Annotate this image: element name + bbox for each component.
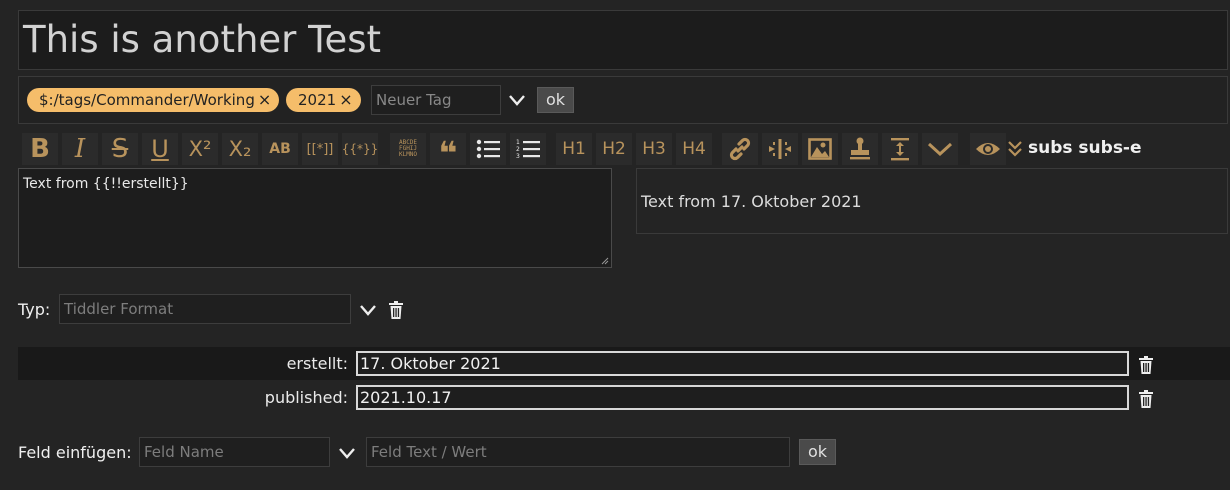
tag-pill-commander-working[interactable]: $:/tags/Commander/Working × [27, 88, 280, 112]
stamp-icon [850, 137, 870, 160]
new-tag-input[interactable]: Neuer Tag [371, 85, 501, 115]
heading-2-button[interactable]: H2 [596, 133, 632, 165]
strikethrough-icon: S [111, 134, 129, 164]
subscript-button[interactable]: X₂ [222, 133, 258, 165]
heading-3-icon: H3 [642, 139, 666, 159]
strikethrough-button[interactable]: S [102, 133, 138, 165]
new-tag-placeholder: Neuer Tag [376, 91, 452, 109]
superscript-icon: X² [188, 137, 212, 161]
add-field-label: Feld einfügen: [18, 443, 132, 462]
transclude-icon: {{*}} [341, 142, 379, 156]
preview-button[interactable] [970, 133, 1006, 165]
italic-button[interactable]: I [62, 133, 98, 165]
numbered-list-button[interactable]: 1 2 3 [510, 133, 546, 165]
svg-text:2: 2 [516, 146, 520, 153]
field-name-input[interactable]: Feld Name [139, 437, 330, 467]
subs-label[interactable]: subs subs-e [1028, 138, 1142, 158]
field-value-input[interactable]: 2021.10.17 [356, 385, 1129, 410]
svg-text:3: 3 [516, 153, 520, 159]
tag-label: 2021 [298, 91, 337, 109]
preview-type-button[interactable] [1004, 133, 1026, 165]
editor-toolbar: B I S U X² X₂ AB [[*]] {{*}} ABCDE FGHIJ… [18, 132, 1228, 169]
italic-icon: I [74, 134, 86, 164]
wikilink-button[interactable]: [[*]] [302, 133, 338, 165]
tag-label: $:/tags/Commander/Working [39, 91, 255, 109]
bullet-list-button[interactable] [470, 133, 506, 165]
tiddler-editor: This is another Test $:/tags/Commander/W… [0, 0, 1230, 490]
field-key: erstellt: [286, 354, 348, 373]
add-field-ok-button[interactable]: ok [799, 439, 837, 465]
bold-icon: B [30, 134, 50, 164]
field-key: published: [264, 388, 348, 407]
remove-tag-icon[interactable]: × [339, 88, 352, 112]
double-chevron-down-icon [1008, 141, 1022, 157]
link-icon [729, 137, 751, 161]
add-tag-ok-button[interactable]: ok [537, 87, 575, 113]
transclude-button[interactable]: {{*}} [342, 133, 378, 165]
tag-pill-2021[interactable]: 2021 × [286, 88, 361, 112]
type-label: Typ: [18, 300, 51, 319]
picture-icon [808, 138, 832, 160]
smallcaps-icon: AB [269, 141, 291, 157]
subscript-icon: X₂ [228, 137, 252, 161]
eye-icon [976, 143, 1000, 155]
type-placeholder: Tiddler Format [64, 300, 174, 318]
monospace-button[interactable]: ABCDE FGHIJ KLMNO [390, 133, 426, 165]
underline-icon: U [151, 135, 169, 163]
field-value: 2021.10.17 [360, 388, 452, 407]
remove-tag-icon[interactable]: × [258, 88, 271, 112]
heading-2-icon: H2 [602, 139, 626, 159]
heading-1-button[interactable]: H1 [556, 133, 592, 165]
title-text: This is another Test [23, 18, 382, 61]
field-name-placeholder: Feld Name [144, 443, 224, 461]
more-button[interactable] [922, 133, 958, 165]
size-icon [891, 138, 909, 161]
numbered-list-icon: 1 2 3 [516, 139, 540, 159]
chevron-down-icon[interactable] [507, 91, 527, 109]
resize-grip-icon[interactable] [601, 257, 609, 265]
svg-text:1: 1 [516, 139, 520, 146]
underline-button[interactable]: U [142, 133, 178, 165]
tag-bar: $:/tags/Commander/Working × 2021 × Neuer T… [18, 76, 1228, 124]
bold-button[interactable]: B [22, 133, 58, 165]
smallcaps-button[interactable]: AB [262, 133, 298, 165]
heading-3-button[interactable]: H3 [636, 133, 672, 165]
size-button[interactable] [882, 133, 918, 165]
trash-icon[interactable] [1138, 356, 1154, 374]
editor-text: Text from {{!!erstellt}} [23, 176, 189, 192]
chevron-down-icon[interactable] [337, 444, 357, 462]
text-editor[interactable]: Text from {{!!erstellt}} [18, 168, 612, 268]
field-value-new-input[interactable]: Feld Text / Wert [366, 437, 790, 467]
quote-icon: ❝ [438, 134, 458, 172]
link-button[interactable] [722, 133, 758, 165]
stamp-button[interactable] [842, 133, 878, 165]
excise-button[interactable] [762, 133, 798, 165]
preview-pane: Text from 17. Oktober 2021 [636, 168, 1228, 234]
field-value-placeholder: Feld Text / Wert [371, 443, 487, 461]
heading-4-icon: H4 [682, 139, 706, 159]
field-value: 17. Oktober 2021 [360, 354, 501, 373]
preview-text: Text from 17. Oktober 2021 [641, 192, 862, 211]
trash-icon[interactable] [388, 301, 404, 319]
heading-1-icon: H1 [562, 139, 586, 159]
type-input[interactable]: Tiddler Format [59, 294, 351, 324]
quote-button[interactable]: ❝ [430, 133, 466, 169]
wikilink-icon: [[*]] [306, 141, 334, 157]
picture-button[interactable] [802, 133, 838, 165]
bullet-list-icon [476, 139, 500, 159]
field-row-published: published: 2021.10.17 [18, 381, 1230, 414]
title-input[interactable]: This is another Test [18, 10, 1228, 70]
field-value-input[interactable]: 17. Oktober 2021 [356, 351, 1129, 376]
chevron-down-icon [927, 142, 953, 157]
trash-icon[interactable] [1138, 390, 1154, 408]
superscript-button[interactable]: X² [182, 133, 218, 165]
field-row-erstellt: erstellt: 17. Oktober 2021 [18, 347, 1230, 380]
excise-icon [769, 139, 791, 159]
heading-4-button[interactable]: H4 [676, 133, 712, 165]
monospace-icon: ABCDE FGHIJ KLMNO [398, 139, 418, 158]
chevron-down-icon[interactable] [358, 301, 378, 319]
